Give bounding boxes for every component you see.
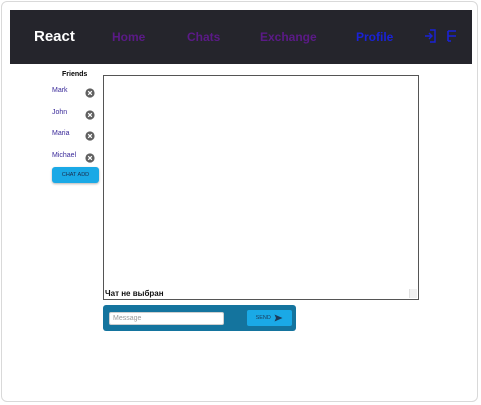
remove-circle-icon[interactable] xyxy=(85,128,95,141)
friend-name[interactable]: Maria xyxy=(52,130,70,137)
menu-icon[interactable] xyxy=(445,28,459,44)
chat-status-text: Чат не выбран xyxy=(105,289,164,298)
navbar: React Home Chats Exchange Profile xyxy=(10,10,472,64)
friend-item: Michael xyxy=(52,150,100,163)
remove-circle-icon[interactable] xyxy=(85,150,95,163)
friends-title: Friends xyxy=(62,71,88,78)
chat-add-button[interactable]: CHAT ADD xyxy=(52,167,99,183)
nav-link-exchange[interactable]: Exchange xyxy=(260,30,317,44)
send-arrow-icon xyxy=(274,314,283,322)
remove-circle-icon[interactable] xyxy=(85,107,95,120)
chat-window[interactable]: Чат не выбран xyxy=(103,75,419,300)
friend-name[interactable]: Michael xyxy=(52,152,76,159)
friend-name[interactable]: John xyxy=(52,109,67,116)
nav-link-profile[interactable]: Profile xyxy=(356,30,393,44)
login-icon[interactable] xyxy=(423,28,437,44)
resize-handle[interactable] xyxy=(409,289,417,298)
remove-circle-icon[interactable] xyxy=(85,85,95,98)
message-input[interactable] xyxy=(109,312,224,325)
message-composer: SEND xyxy=(103,305,296,331)
send-label: SEND xyxy=(255,315,271,321)
nav-link-home[interactable]: Home xyxy=(112,30,145,44)
friend-item: John xyxy=(52,107,100,120)
friend-item: Mark xyxy=(52,85,100,98)
friend-name[interactable]: Mark xyxy=(52,87,68,94)
send-button[interactable]: SEND xyxy=(247,310,292,326)
friend-item: Maria xyxy=(52,128,100,141)
nav-link-chats[interactable]: Chats xyxy=(187,30,220,44)
brand-logo[interactable]: React xyxy=(34,28,75,45)
